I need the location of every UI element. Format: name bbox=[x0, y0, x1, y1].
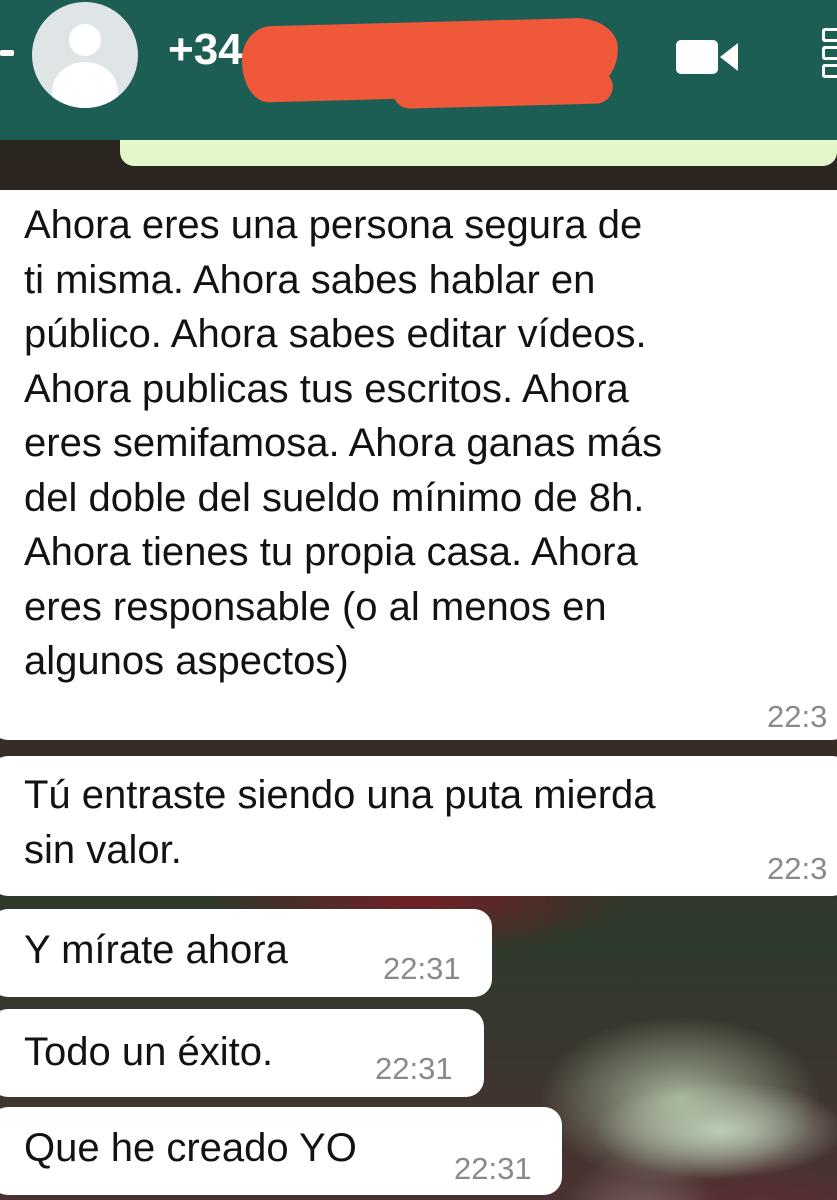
message-bubble[interactable]: Tú entraste siendo una puta mierda sin v… bbox=[0, 756, 837, 896]
message-text: Ahora eres una persona segura de ti mism… bbox=[24, 203, 663, 683]
message-text: Tú entraste siendo una puta mierda sin v… bbox=[24, 773, 656, 872]
sent-message-bubble-edge[interactable] bbox=[120, 140, 837, 166]
back-arrow-icon[interactable] bbox=[0, 50, 14, 56]
message-bubble[interactable]: Ahora eres una persona segura de ti mism… bbox=[0, 190, 837, 740]
redaction-scribble bbox=[241, 17, 619, 103]
message-bubble[interactable]: Que he creado YO 22:31 bbox=[0, 1107, 562, 1195]
message-time: 22:31 bbox=[375, 1051, 453, 1086]
message-text: Y mírate ahora bbox=[24, 928, 288, 972]
message-text: Todo un éxito. bbox=[24, 1030, 274, 1074]
chat-screen: +34 Ahora eres una persona segura de ti … bbox=[0, 0, 837, 1200]
message-time: 22:3 bbox=[767, 851, 828, 886]
message-bubble[interactable]: Todo un éxito. 22:31 bbox=[0, 1009, 484, 1097]
message-time: 22:31 bbox=[383, 951, 461, 986]
video-camera-body bbox=[676, 40, 718, 74]
message-time: 22:3 bbox=[767, 699, 828, 734]
chat-header: +34 bbox=[0, 0, 837, 140]
menu-icon[interactable] bbox=[822, 28, 837, 84]
message-time: 22:31 bbox=[454, 1151, 532, 1186]
message-bubble[interactable]: Y mírate ahora 22:31 bbox=[0, 909, 492, 997]
avatar-head bbox=[69, 24, 101, 56]
video-camera-lens bbox=[720, 43, 738, 71]
message-text: Que he creado YO bbox=[24, 1126, 357, 1170]
avatar-shoulders bbox=[52, 62, 118, 108]
avatar-placeholder-icon[interactable] bbox=[32, 2, 138, 108]
contact-name[interactable]: +34 bbox=[168, 24, 243, 76]
video-call-icon[interactable] bbox=[676, 40, 740, 74]
